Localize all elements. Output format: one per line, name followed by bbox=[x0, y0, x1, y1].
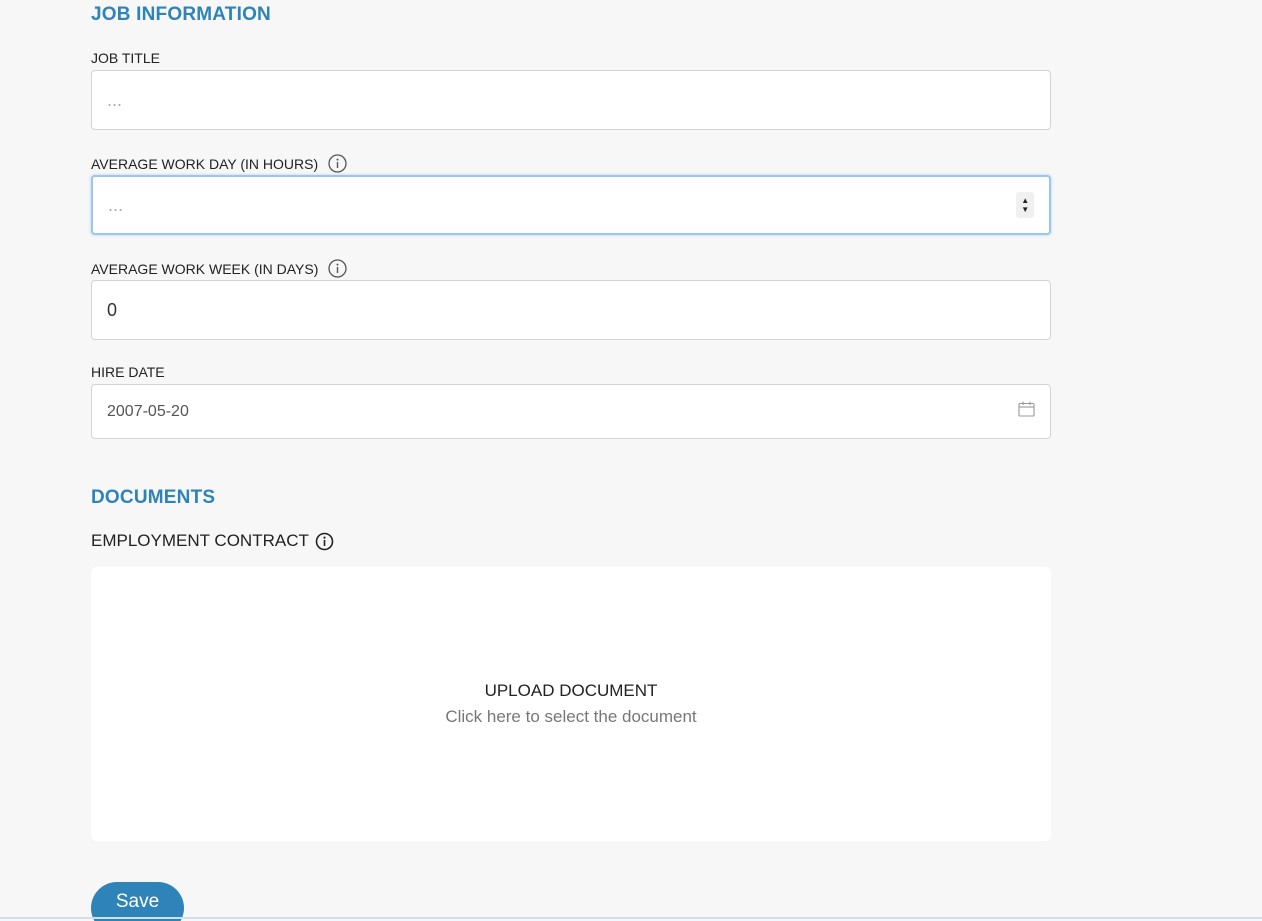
upload-document-area[interactable]: UPLOAD DOCUMENT Click here to select the… bbox=[91, 567, 1051, 841]
job-title-input[interactable] bbox=[107, 71, 1035, 129]
info-icon[interactable] bbox=[328, 259, 348, 278]
info-icon[interactable] bbox=[328, 154, 347, 173]
job-title-field[interactable] bbox=[91, 70, 1051, 130]
job-information-form: JOB INFORMATION JOB TITLE AVERAGE WORK D… bbox=[0, 0, 1262, 921]
stepper-icon[interactable]: ▲ ▼ bbox=[1016, 192, 1034, 218]
calendar-icon[interactable] bbox=[1018, 401, 1035, 422]
employment-contract-label-text: EMPLOYMENT CONTRACT bbox=[91, 531, 309, 550]
work-day-input[interactable] bbox=[108, 177, 1017, 233]
stepper-down-icon[interactable]: ▼ bbox=[1021, 205, 1029, 214]
upload-document-subtitle: Click here to select the document bbox=[445, 707, 697, 726]
work-day-field[interactable]: ▲ ▼ bbox=[91, 175, 1051, 235]
documents-heading: DOCUMENTS bbox=[91, 487, 216, 508]
work-day-label: AVERAGE WORK DAY (IN HOURS) bbox=[91, 154, 347, 173]
work-week-field[interactable] bbox=[91, 280, 1051, 340]
work-week-label: AVERAGE WORK WEEK (IN DAYS) bbox=[91, 259, 348, 278]
hire-date-field[interactable]: 2007-05-20 bbox=[91, 384, 1051, 439]
upload-document-title: UPLOAD DOCUMENT bbox=[484, 681, 658, 700]
bottom-divider bbox=[0, 917, 1262, 919]
info-icon[interactable] bbox=[315, 532, 334, 551]
hire-date-label: HIRE DATE bbox=[91, 364, 165, 380]
hire-date-label-text: HIRE DATE bbox=[91, 364, 165, 380]
job-information-heading: JOB INFORMATION bbox=[91, 4, 271, 25]
save-button[interactable]: Save bbox=[91, 882, 184, 921]
job-title-label: JOB TITLE bbox=[91, 50, 160, 66]
stepper-up-icon[interactable]: ▲ bbox=[1021, 196, 1029, 205]
work-day-label-text: AVERAGE WORK DAY (IN HOURS) bbox=[91, 155, 319, 172]
hire-date-value[interactable]: 2007-05-20 bbox=[107, 403, 1018, 421]
job-title-label-text: JOB TITLE bbox=[91, 50, 160, 66]
employment-contract-label: EMPLOYMENT CONTRACT bbox=[91, 531, 334, 551]
work-week-input[interactable] bbox=[107, 281, 1035, 339]
work-week-label-text: AVERAGE WORK WEEK (IN DAYS) bbox=[91, 260, 319, 277]
